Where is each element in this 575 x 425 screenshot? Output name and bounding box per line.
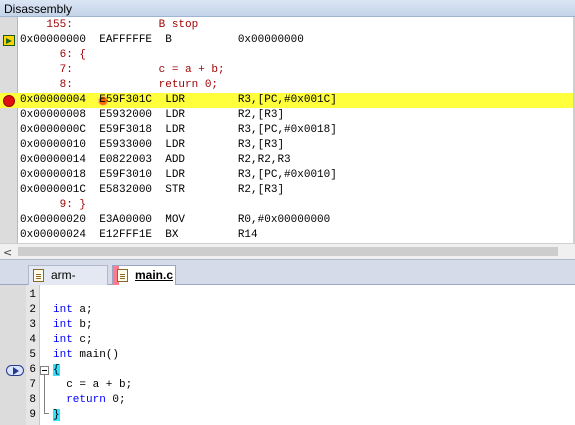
matching-brace: } [53,409,60,421]
tab-label: main.c [135,268,174,282]
current-pc-arrow-icon [3,35,15,46]
disassembly-instruction-line[interactable]: 0x00000008 E5932000 LDR R2,[R3] [0,108,573,123]
line-number: 6 [29,364,36,376]
file-icon [117,269,128,282]
keyword: int [53,319,73,331]
scroll-left-arrow-icon[interactable]: < [3,246,12,259]
line-number: 5 [29,349,36,361]
tab-arm-asm-s[interactable]: arm-asm.s [28,265,108,301]
keyword: int [53,334,73,346]
disassembly-source-line[interactable]: 7: c = a + b; [0,63,573,78]
code-line[interactable]: 1 [0,288,575,303]
disassembly-instruction-line[interactable]: 0x00000020 E3A00000 MOV R0,#0x00000000 [0,213,573,228]
disassembly-pane[interactable]: 155: B stop 0x00000000 EAFFFFFE B 0x0000… [0,17,575,243]
code-line[interactable]: 5 int main() [0,348,575,363]
tab-main-c[interactable]: main.c [112,265,176,286]
line-number: 8 [29,394,36,406]
disassembly-instruction-line[interactable]: 0x00000010 E5933000 LDR R3,[R3] [0,138,573,153]
line-number: 7 [29,379,36,391]
disassembly-source-line[interactable]: 6: { [0,48,573,63]
disassembly-instruction-line[interactable]: 0x00000000 EAFFFFFE B 0x00000000 [0,33,573,48]
line-number: 9 [29,409,36,421]
collapse-icon[interactable] [40,366,49,375]
disassembly-instruction-line-highlighted[interactable]: 0x00000004 E59F301C LDR R3,[PC,#0x001C] [0,93,573,108]
breakpoint-icon[interactable] [3,95,15,107]
disassembly-instruction-line[interactable]: 0x00000024 E12FFF1E BX R14 [0,228,573,243]
code-line[interactable]: 2 int a; [0,303,575,318]
disassembly-instruction-line[interactable]: 0x0000001C E5832000 STR R2,[R3] [0,183,573,198]
line-number: 4 [29,334,36,346]
line-number: 2 [29,304,36,316]
disassembly-source-line[interactable]: 155: B stop [0,18,573,33]
code-line[interactable]: 3 int b; [0,318,575,333]
disassembly-instruction-line[interactable]: 0x00000014 E0822003 ADD R2,R2,R3 [0,153,573,168]
editor-tab-bar: arm-asm.s main.c [0,259,575,301]
code-line[interactable]: 9 } [0,408,575,423]
disassembly-horizontal-scrollbar[interactable]: < [0,243,575,259]
disassembly-title: Disassembly [4,2,73,16]
file-icon [33,269,44,282]
code-line[interactable]: 8 return 0; [0,393,575,408]
keyword: int [53,349,73,361]
keyword: int [53,304,73,316]
matching-brace: { [53,364,60,376]
disassembly-instruction-line[interactable]: 0x00000018 E59F3010 LDR R3,[PC,#0x0010] [0,168,573,183]
code-line[interactable]: 4 int c; [0,333,575,348]
code-line[interactable]: 7 c = a + b; [0,378,575,393]
keyword: return [53,394,106,406]
disassembly-instruction-line[interactable]: 0x0000000C E59F3018 LDR R3,[PC,#0x0018] [0,123,573,138]
source-editor[interactable]: 1 2 int a; 3 int b; 4 int c; 5 int main(… [0,285,575,425]
scrollbar-thumb[interactable] [18,247,558,256]
disassembly-source-line[interactable]: 9: } [0,198,573,213]
disassembly-source-line[interactable]: 8: return 0; [0,78,573,93]
line-number: 1 [29,289,36,301]
code-line-current[interactable]: 6 { [0,363,575,378]
disassembly-title-bar: Disassembly [0,0,575,17]
line-number: 3 [29,319,36,331]
